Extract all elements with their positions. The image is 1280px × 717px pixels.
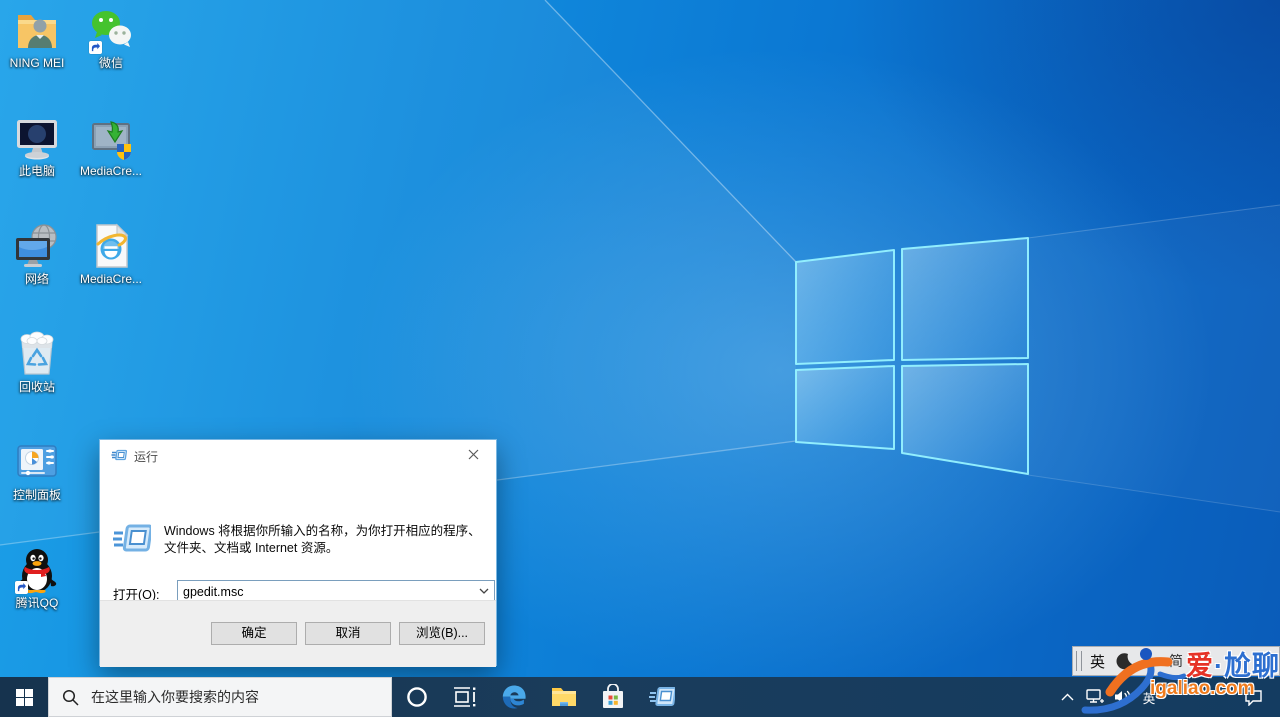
language-bar-grip[interactable] — [1076, 651, 1082, 671]
desktop-icon-this-pc[interactable]: 此电脑 — [0, 114, 74, 179]
taskbar-store-button[interactable] — [590, 677, 636, 717]
control-panel-icon — [13, 438, 61, 486]
run-dialog-description: Windows 将根据你所输入的名称，为你打开相应的程序、 文件夹、文档或 In… — [164, 523, 484, 557]
speaker-icon — [1114, 689, 1132, 705]
description-line2: 文件夹、文档或 Internet 资源。 — [164, 541, 338, 555]
desktop-icon-label: MediaCre... — [74, 273, 148, 287]
shortcut-arrow-icon — [89, 41, 102, 54]
taskbar-search[interactable] — [48, 677, 392, 717]
volume-tray-button[interactable] — [1110, 677, 1136, 717]
run-dialog: 运行 Windows 将根据你所输入的名称，为你打开相应的程序、 — [99, 439, 497, 666]
run-dialog-body: Windows 将根据你所输入的名称，为你打开相应的程序、 文件夹、文档或 In… — [100, 470, 496, 600]
recycle-bin-icon — [13, 330, 61, 378]
desktop-icon-label: 回收站 — [0, 381, 74, 395]
cortana-icon — [405, 685, 429, 709]
desktop-icon-label: 此电脑 — [0, 165, 74, 179]
combobox-dropdown-button[interactable] — [476, 583, 492, 599]
fullwidth-moon-icon[interactable] — [1115, 651, 1135, 671]
taskbar-edge-button[interactable] — [490, 677, 538, 717]
cortana-button[interactable] — [394, 677, 440, 717]
desktop-icon-network[interactable]: 网络 — [0, 222, 74, 287]
screen: NING MEI 微信 — [0, 0, 1280, 717]
network-ethernet-icon — [1086, 689, 1104, 705]
taskbar-run-window-button[interactable] — [638, 677, 686, 717]
task-view-button[interactable] — [442, 677, 488, 717]
action-center-button[interactable] — [1236, 677, 1270, 717]
desktop-icon-label: 腾讯QQ — [0, 597, 74, 611]
taskbar: 英 2020/9/12 3 — [0, 677, 1280, 717]
desktop-icon-label: 网络 — [0, 273, 74, 287]
desktop-icon-ning-mei[interactable]: NING MEI — [0, 6, 74, 71]
qq-penguin-icon — [13, 546, 61, 594]
notification-icon — [1244, 689, 1263, 706]
desktop-icon-label: 控制面板 — [0, 489, 74, 503]
chevron-down-icon — [479, 588, 489, 594]
language-bar[interactable]: 英 简 — [1072, 646, 1280, 676]
desktop-icon-wechat[interactable]: 微信 — [74, 6, 148, 71]
desktop-icon-tencent-qq[interactable]: 腾讯QQ — [0, 546, 74, 611]
ime-mode-tray-button[interactable]: 英 — [1138, 677, 1160, 717]
tray-overflow-button[interactable] — [1056, 677, 1078, 717]
this-pc-icon — [13, 114, 61, 162]
close-icon — [468, 449, 479, 460]
ime-mode-label: 英 — [1143, 688, 1156, 707]
run-dialog-titlebar[interactable]: 运行 — [100, 440, 496, 470]
task-view-icon — [452, 686, 478, 708]
language-bar-charset[interactable]: 简 — [1169, 651, 1183, 671]
desktop-icon-media-creation-tool[interactable]: MediaCre... — [74, 114, 148, 179]
run-window-icon — [649, 685, 675, 709]
media-creation-tool-icon — [87, 114, 135, 162]
desktop-icon-recycle-bin[interactable]: 回收站 — [0, 330, 74, 395]
search-input[interactable] — [89, 688, 373, 706]
user-folder-icon — [13, 6, 61, 54]
edge-icon — [501, 684, 527, 710]
desktop-icon-label: 微信 — [74, 57, 148, 71]
desktop-icon-media-creation-file[interactable]: MediaCre... — [74, 222, 148, 287]
description-line1: Windows 将根据你所输入的名称，为你打开相应的程序、 — [164, 524, 481, 538]
run-command-combobox[interactable] — [177, 580, 495, 602]
run-dialog-title: 运行 — [134, 448, 158, 465]
close-button[interactable] — [451, 440, 496, 469]
network-tray-button[interactable] — [1082, 677, 1108, 717]
microsoft-store-icon — [601, 684, 625, 710]
run-dialog-footer: 确定 取消 浏览(B)... — [100, 600, 496, 667]
windows-start-icon — [16, 689, 33, 706]
desktop-icon-control-panel[interactable]: 控制面板 — [0, 438, 74, 503]
desktop-icon-label: MediaCre... — [74, 165, 148, 179]
shortcut-arrow-icon — [15, 581, 28, 594]
desktop-icon-label: NING MEI — [0, 57, 74, 71]
wechat-icon — [87, 6, 135, 54]
file-explorer-icon — [551, 686, 577, 708]
start-button[interactable] — [0, 677, 48, 717]
network-icon — [13, 222, 61, 270]
run-command-input[interactable] — [178, 581, 479, 602]
run-window-icon — [111, 447, 127, 468]
taskbar-file-explorer-button[interactable] — [540, 677, 588, 717]
ok-button[interactable]: 确定 — [211, 622, 297, 645]
cancel-button[interactable]: 取消 — [305, 622, 391, 645]
search-icon — [62, 689, 79, 706]
run-icon-large — [113, 522, 151, 561]
chevron-up-icon — [1061, 693, 1074, 701]
language-bar-ime-mode[interactable]: 英 — [1090, 651, 1105, 672]
browse-button[interactable]: 浏览(B)... — [399, 622, 485, 645]
internet-explorer-document-icon — [87, 222, 135, 270]
